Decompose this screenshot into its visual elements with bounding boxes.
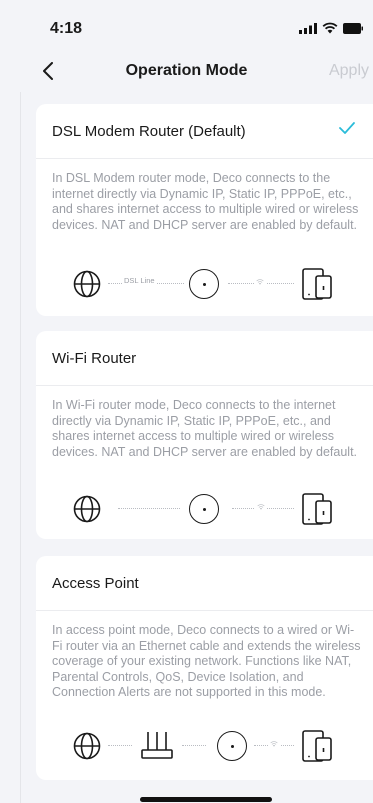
mode-card-dsl-modem-router[interactable]: DSL Modem Router (Default) In DSL Modem …	[36, 104, 373, 316]
globe-icon	[73, 732, 101, 760]
router-icon	[141, 732, 173, 759]
mode-title: Access Point	[52, 574, 139, 592]
home-indicator[interactable]	[140, 797, 272, 802]
topology-diagram	[36, 726, 373, 766]
checkmark-icon	[339, 122, 355, 134]
topology-diagram: DSL Line	[36, 264, 373, 304]
globe-icon	[73, 495, 101, 523]
mode-card-header: DSL Modem Router (Default)	[36, 104, 373, 159]
connection-line	[118, 508, 180, 509]
mode-title: Wi-Fi Router	[52, 349, 137, 367]
signal-icon	[299, 22, 317, 34]
nav-bar: Operation Mode Apply	[0, 52, 373, 92]
mode-description: In access point mode, Deco connects to a…	[52, 623, 361, 699]
status-icons	[299, 22, 363, 34]
page-title: Operation Mode	[125, 62, 248, 79]
mode-card-header: Access Point	[36, 556, 373, 611]
deco-unit-icon	[189, 269, 219, 299]
devices-icon	[302, 268, 332, 300]
apply-button[interactable]: Apply	[329, 62, 369, 80]
status-time: 4:18	[50, 20, 83, 37]
mode-description: In DSL Modem router mode, Deco connects …	[52, 171, 359, 232]
mode-card-wifi-router[interactable]: Wi-Fi Router In Wi-Fi router mode, Deco …	[36, 331, 373, 539]
wifi-signal-icon	[268, 739, 280, 749]
status-bar: 4:18	[0, 0, 373, 52]
wifi-signal-icon	[254, 277, 266, 287]
devices-icon	[302, 493, 332, 525]
left-divider	[20, 92, 21, 803]
mode-card-header: Wi-Fi Router	[36, 331, 373, 386]
ethernet-line	[182, 745, 206, 746]
mode-title: DSL Modem Router (Default)	[52, 122, 246, 140]
topology-diagram	[36, 489, 373, 529]
mode-description: In Wi-Fi router mode, Deco connects to t…	[52, 398, 358, 459]
devices-icon	[302, 730, 332, 762]
wifi-icon	[322, 22, 338, 34]
mode-card-access-point[interactable]: Access Point In access point mode, Deco …	[36, 556, 373, 780]
deco-unit-icon	[189, 494, 219, 524]
dsl-line-label: DSL Line	[122, 276, 157, 285]
battery-icon	[343, 22, 363, 34]
wifi-signal-icon	[255, 502, 267, 512]
connection-line	[108, 745, 132, 746]
globe-icon	[73, 270, 101, 298]
deco-unit-icon	[217, 731, 247, 761]
